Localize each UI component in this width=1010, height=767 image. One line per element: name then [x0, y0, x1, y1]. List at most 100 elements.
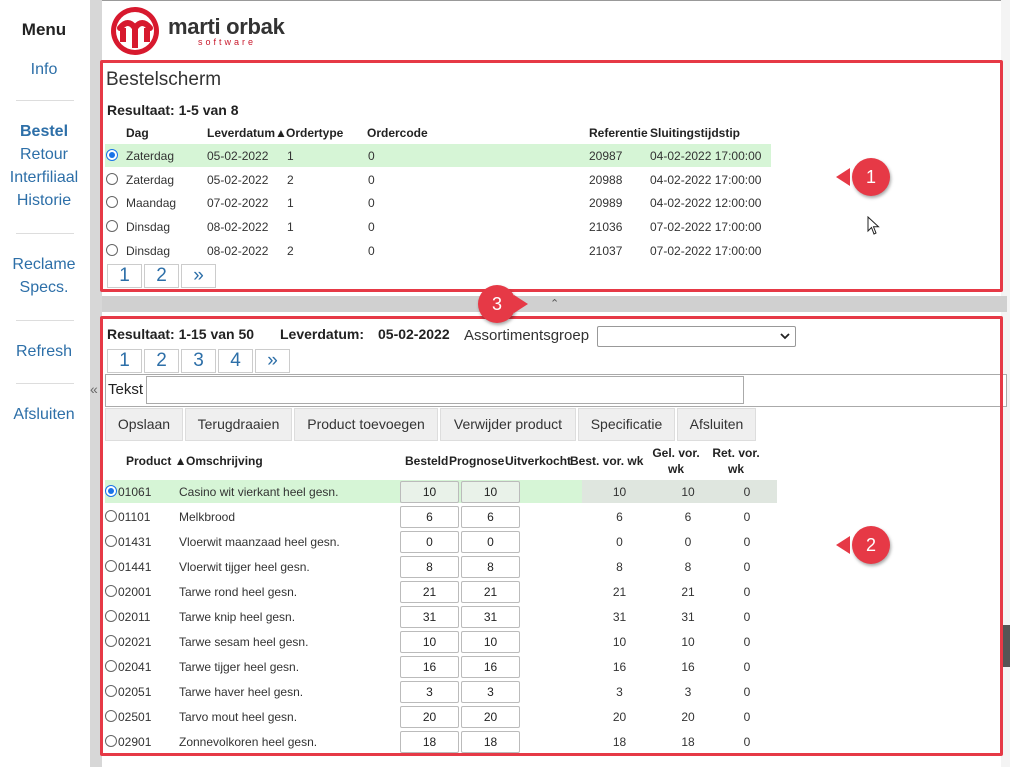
col-header-leverdatum[interactable]: Leverdatum▲ — [207, 126, 287, 140]
order-select-radio[interactable] — [106, 244, 118, 256]
sidebar-item-specs[interactable]: Specs. — [0, 276, 88, 299]
opslaan-button[interactable]: Opslaan — [105, 408, 183, 441]
product-row[interactable]: 01061 Casino wit vierkant heel gesn. 10 10 1… — [105, 480, 777, 503]
besteld-input[interactable]: 18 — [400, 731, 459, 753]
besteld-input[interactable]: 0 — [400, 531, 459, 553]
page-button-1[interactable]: 1 — [107, 264, 142, 288]
besteld-input[interactable]: 16 — [400, 656, 459, 678]
product-row[interactable]: 01431 Vloerwit maanzaad heel gesn. 0 0 0 0 0 — [105, 530, 777, 553]
product-select-radio[interactable] — [105, 510, 117, 522]
besteld-input[interactable]: 10 — [400, 481, 459, 503]
page-button-4[interactable]: 4 — [218, 349, 253, 373]
order-row[interactable]: Zaterdag 05-02-2022 1 0 20987 04-02-2022… — [105, 144, 771, 167]
sidebar-item-interfiliaal[interactable]: Interfiliaal — [0, 166, 88, 189]
prognose-input[interactable]: 0 — [461, 531, 520, 553]
right-side-tab[interactable] — [1001, 625, 1010, 667]
order-select-radio[interactable] — [106, 149, 118, 161]
product-row[interactable]: 02501 Tarvo mout heel gesn. 20 20 20 20 0 — [105, 705, 777, 728]
order-row[interactable]: Dinsdag 08-02-2022 2 0 21037 07-02-2022 … — [105, 239, 771, 262]
verwijder-product-button[interactable]: Verwijder product — [440, 408, 576, 441]
col-header-referentie[interactable]: Referentie — [589, 126, 648, 140]
product-select-radio[interactable] — [105, 735, 117, 747]
product-row[interactable]: 02901 Zonnevolkoren heel gesn. 18 18 18 18 0 — [105, 730, 777, 753]
product-row[interactable]: 02001 Tarwe rond heel gesn. 21 21 21 21 0 — [105, 580, 777, 603]
tekst-input[interactable] — [146, 376, 744, 404]
page-button-1[interactable]: 1 — [107, 349, 142, 373]
specificatie-button[interactable]: Specificatie — [578, 408, 675, 441]
product-select-radio[interactable] — [105, 710, 117, 722]
afsluiten-button[interactable]: Afsluiten — [677, 408, 756, 441]
besteld-input[interactable]: 10 — [400, 631, 459, 653]
besteld-input[interactable]: 31 — [400, 606, 459, 628]
product-select-radio[interactable] — [105, 485, 117, 497]
best-vor-wk-value: 3 — [616, 685, 623, 699]
product-select-radio[interactable] — [105, 660, 117, 672]
splitter-collapse-icon[interactable]: ⌃ — [550, 297, 559, 310]
prognose-input[interactable]: 6 — [461, 506, 520, 528]
product-row[interactable]: 01441 Vloerwit tijger heel gesn. 8 8 8 8 0 — [105, 555, 777, 578]
besteld-input[interactable]: 21 — [400, 581, 459, 603]
col-header-prognose[interactable]: Prognose — [449, 454, 504, 468]
col-header-best-vor-wk[interactable]: Best. vor. wk — [570, 454, 643, 468]
page-button-3[interactable]: 3 — [181, 349, 216, 373]
product-select-radio[interactable] — [105, 560, 117, 572]
assortimentsgroep-select[interactable] — [597, 326, 796, 347]
col-header-sluitingstijdstip[interactable]: Sluitingstijdstip — [650, 126, 740, 140]
page-next-button[interactable]: » — [255, 349, 290, 373]
sidebar-item-info[interactable]: Info — [0, 58, 88, 81]
prognose-input[interactable]: 10 — [461, 631, 520, 653]
besteld-input[interactable]: 3 — [400, 681, 459, 703]
col-header-product[interactable]: Product ▲ — [126, 454, 187, 468]
besteld-input[interactable]: 8 — [400, 556, 459, 578]
order-select-radio[interactable] — [106, 173, 118, 185]
prognose-input[interactable]: 20 — [461, 706, 520, 728]
sidebar-item-bestel[interactable]: Bestel — [0, 120, 88, 143]
order-select-radio[interactable] — [106, 196, 118, 208]
prognose-input[interactable]: 16 — [461, 656, 520, 678]
sidebar-item-historie[interactable]: Historie — [0, 189, 88, 212]
col-header-ret-vor-wk[interactable]: Ret. vor. wk — [709, 445, 763, 477]
col-header-ordercode[interactable]: Ordercode — [367, 126, 428, 140]
order-row[interactable]: Zaterdag 05-02-2022 2 0 20988 04-02-2022… — [105, 168, 771, 191]
product-toevoegen-button[interactable]: Product toevoegen — [294, 408, 438, 441]
prognose-input[interactable]: 8 — [461, 556, 520, 578]
product-row[interactable]: 02041 Tarwe tijger heel gesn. 16 16 16 16 0 — [105, 655, 777, 678]
prognose-input[interactable]: 18 — [461, 731, 520, 753]
page-button-2[interactable]: 2 — [144, 349, 179, 373]
product-select-radio[interactable] — [105, 685, 117, 697]
product-select-radio[interactable] — [105, 535, 117, 547]
col-header-dag[interactable]: Dag — [126, 126, 149, 140]
besteld-input[interactable]: 20 — [400, 706, 459, 728]
page-next-button[interactable]: » — [181, 264, 216, 288]
page-button-2[interactable]: 2 — [144, 264, 179, 288]
col-header-omschrijving[interactable]: Omschrijving — [186, 454, 263, 468]
sidebar-item-retour[interactable]: Retour — [0, 143, 88, 166]
col-header-besteld[interactable]: Besteld — [405, 454, 448, 468]
product-code: 01061 — [118, 485, 152, 499]
sidebar-item-afsluiten[interactable]: Afsluiten — [0, 403, 88, 426]
sidebar-item-refresh[interactable]: Refresh — [0, 340, 88, 363]
prognose-input[interactable]: 31 — [461, 606, 520, 628]
prognose-input[interactable]: 10 — [461, 481, 520, 503]
collapse-sidebar-button[interactable]: « — [90, 381, 98, 397]
product-select-radio[interactable] — [105, 635, 117, 647]
product-row[interactable]: 02011 Tarwe knip heel gesn. 31 31 31 31 0 — [105, 605, 777, 628]
product-row[interactable]: 02051 Tarwe haver heel gesn. 3 3 3 3 0 — [105, 680, 777, 703]
product-select-radio[interactable] — [105, 585, 117, 597]
product-row[interactable]: 01101 Melkbrood 6 6 6 6 0 — [105, 505, 777, 528]
besteld-input[interactable]: 6 — [400, 506, 459, 528]
order-row[interactable]: Dinsdag 08-02-2022 1 0 21036 07-02-2022 … — [105, 215, 771, 238]
product-row[interactable]: 02021 Tarwe sesam heel gesn. 10 10 10 10 0 — [105, 630, 777, 653]
col-header-gel-vor-wk[interactable]: Gel. vor. wk — [648, 445, 704, 477]
col-header-uitverkocht[interactable]: Uitverkocht — [505, 454, 571, 468]
terugdraaien-button[interactable]: Terugdraaien — [185, 408, 292, 441]
sidebar-item-reclame[interactable]: Reclame — [0, 253, 88, 276]
prognose-input[interactable]: 3 — [461, 681, 520, 703]
order-ordertype: 1 — [287, 196, 294, 210]
col-header-ordertype[interactable]: Ordertype — [286, 126, 343, 140]
prognose-input[interactable]: 21 — [461, 581, 520, 603]
order-leverdatum: 05-02-2022 — [207, 173, 269, 187]
product-select-radio[interactable] — [105, 610, 117, 622]
order-select-radio[interactable] — [106, 220, 118, 232]
order-row[interactable]: Maandag 07-02-2022 1 0 20989 04-02-2022 … — [105, 191, 771, 214]
